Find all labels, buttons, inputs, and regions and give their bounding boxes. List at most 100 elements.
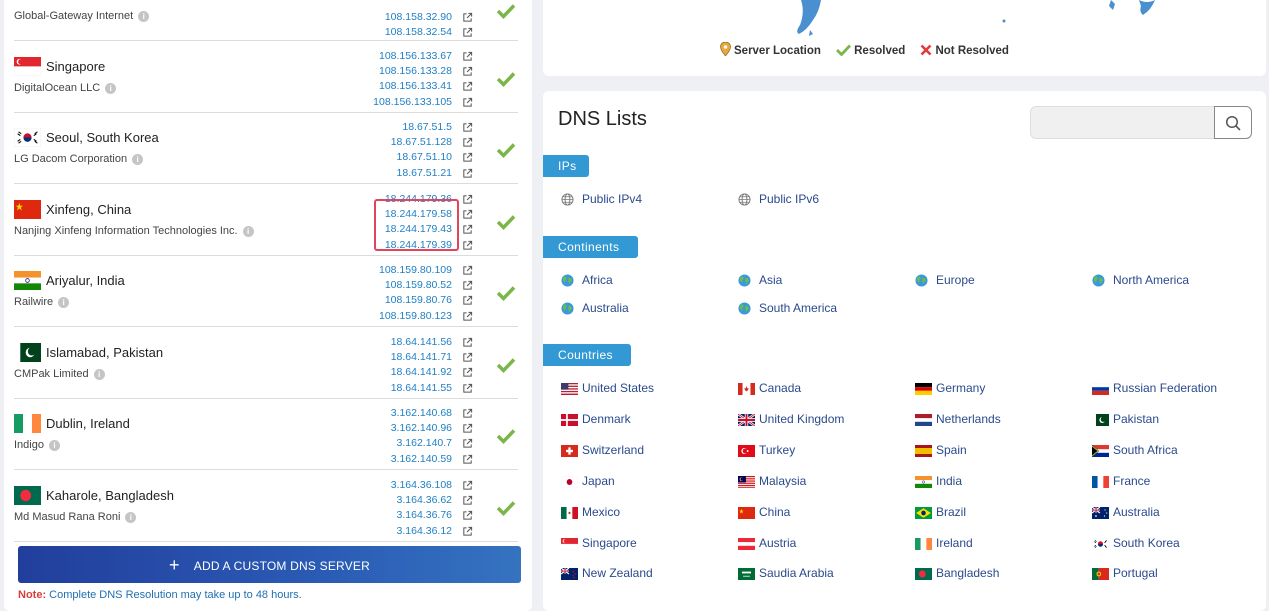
ip-address[interactable]: 3.164.36.12	[391, 524, 452, 539]
external-link-icon[interactable]	[462, 452, 473, 467]
ip-address[interactable]: 108.156.133.28	[373, 64, 452, 79]
ip-address[interactable]: 3.162.140.7	[391, 436, 452, 451]
external-link-icon[interactable]	[462, 493, 473, 508]
external-link-icon[interactable]	[462, 150, 473, 165]
country-item[interactable]: Germany	[915, 380, 985, 397]
country-item[interactable]: Saudia Arabia	[738, 565, 834, 582]
ip-address[interactable]: 108.159.80.52	[379, 278, 452, 293]
ip-address[interactable]: 18.67.51.5	[391, 120, 452, 135]
dns-search-input[interactable]	[1030, 106, 1216, 139]
ip-address[interactable]: 18.64.141.56	[391, 335, 452, 350]
external-link-icon[interactable]	[462, 278, 473, 293]
country-item[interactable]: Ireland	[915, 535, 973, 552]
ip-address[interactable]: 3.164.36.76	[391, 508, 452, 523]
external-link-icon[interactable]	[462, 207, 473, 222]
ip-address[interactable]: 3.164.36.62	[391, 493, 452, 508]
info-icon[interactable]: i	[132, 154, 144, 165]
add-custom-dns-button[interactable]: + ADD A CUSTOM DNS SERVER	[18, 546, 521, 583]
continent-item[interactable]: Europe	[915, 272, 975, 288]
external-link-icon[interactable]	[462, 524, 473, 539]
external-link-icon[interactable]	[462, 293, 473, 308]
external-link-icon[interactable]	[462, 335, 473, 350]
external-link-icon[interactable]	[462, 25, 473, 40]
external-link-icon[interactable]	[462, 135, 473, 150]
external-link-icon[interactable]	[462, 478, 473, 493]
info-icon[interactable]: i	[48, 440, 60, 451]
ip-address[interactable]: 18.64.141.55	[391, 381, 452, 396]
external-link-icon[interactable]	[462, 49, 473, 64]
ip-address[interactable]: 108.159.80.109	[379, 263, 452, 278]
ip-address[interactable]: 18.67.51.128	[391, 135, 452, 150]
country-item[interactable]: Japan	[560, 473, 615, 490]
external-link-icon[interactable]	[462, 10, 473, 25]
country-item[interactable]: Russian Federation	[1091, 380, 1217, 397]
external-link-icon[interactable]	[462, 381, 473, 396]
country-item[interactable]: Austria	[738, 535, 796, 552]
ip-address[interactable]: 108.156.133.67	[373, 49, 452, 64]
info-icon[interactable]: i	[125, 512, 137, 523]
ip-address[interactable]: 3.162.140.59	[391, 452, 452, 467]
info-icon[interactable]: i	[58, 297, 70, 308]
external-link-icon[interactable]	[462, 263, 473, 278]
ip-address[interactable]: 18.67.51.10	[391, 150, 452, 165]
country-item[interactable]: Singapore	[560, 535, 637, 552]
country-item[interactable]: Switzerland	[561, 442, 644, 459]
continent-item[interactable]: North America	[1092, 272, 1189, 288]
country-item[interactable]: Malaysia	[738, 473, 806, 490]
country-item[interactable]: Netherlands	[915, 411, 1001, 428]
continent-item[interactable]: Africa	[561, 272, 613, 288]
ip-address[interactable]: 18.67.51.21	[391, 166, 452, 181]
ip-address[interactable]: 18.64.141.71	[391, 350, 452, 365]
country-item[interactable]: Canada	[738, 380, 801, 397]
ip-address[interactable]: 3.162.140.68	[391, 406, 452, 421]
ip-address[interactable]: 3.164.36.108	[391, 478, 452, 493]
country-item[interactable]: Bangladesh	[915, 565, 999, 582]
country-item[interactable]: Turkey	[738, 442, 795, 459]
search-button[interactable]	[1214, 106, 1252, 139]
external-link-icon[interactable]	[462, 309, 473, 324]
country-item[interactable]: Spain	[915, 442, 967, 459]
external-link-icon[interactable]	[462, 192, 473, 207]
ip-address[interactable]: 108.159.80.76	[379, 293, 452, 308]
external-link-icon[interactable]	[462, 166, 473, 181]
external-link-icon[interactable]	[462, 350, 473, 365]
external-link-icon[interactable]	[462, 238, 473, 253]
ip-address[interactable]: 108.158.32.54	[385, 25, 452, 40]
ip-address[interactable]: 18.64.141.92	[391, 365, 452, 380]
continent-item[interactable]: Australia	[561, 300, 629, 316]
external-link-icon[interactable]	[462, 421, 473, 436]
external-link-icon[interactable]	[462, 365, 473, 380]
info-icon[interactable]: i	[242, 226, 254, 237]
country-item[interactable]: South Korea	[1091, 535, 1180, 552]
external-link-icon[interactable]	[462, 95, 473, 110]
country-item[interactable]: New Zealand	[560, 565, 653, 582]
country-item[interactable]: United States	[561, 380, 654, 397]
ip-address[interactable]: 108.156.133.41	[373, 79, 452, 94]
ip-address[interactable]: 3.162.140.96	[391, 421, 452, 436]
country-item[interactable]: United Kingdom	[737, 411, 844, 428]
info-icon[interactable]: i	[105, 83, 117, 94]
country-item[interactable]: Pakistan	[1092, 411, 1159, 428]
ip-list-item[interactable]: Public IPv6	[738, 191, 819, 207]
country-item[interactable]: France	[1092, 473, 1150, 490]
info-icon[interactable]: i	[93, 369, 105, 380]
country-item[interactable]: Denmark	[561, 411, 631, 428]
info-icon[interactable]: i	[138, 11, 150, 22]
ip-address[interactable]: 108.159.80.123	[379, 309, 452, 324]
country-item[interactable]: India	[915, 473, 962, 490]
country-item[interactable]: Australia	[1091, 504, 1160, 521]
ip-address[interactable]: 108.158.32.90	[385, 10, 452, 25]
external-link-icon[interactable]	[462, 508, 473, 523]
country-item[interactable]: Portugal	[1092, 565, 1158, 582]
country-item[interactable]: Mexico	[561, 504, 620, 521]
country-item[interactable]: China	[738, 504, 790, 521]
external-link-icon[interactable]	[462, 79, 473, 94]
external-link-icon[interactable]	[462, 406, 473, 421]
external-link-icon[interactable]	[462, 222, 473, 237]
continent-item[interactable]: Asia	[738, 272, 782, 288]
external-link-icon[interactable]	[462, 64, 473, 79]
country-item[interactable]: Brazil	[915, 504, 966, 521]
ip-address[interactable]: 108.156.133.105	[373, 95, 452, 110]
continent-item[interactable]: South America	[738, 300, 837, 316]
country-item[interactable]: South Africa	[1091, 442, 1178, 459]
